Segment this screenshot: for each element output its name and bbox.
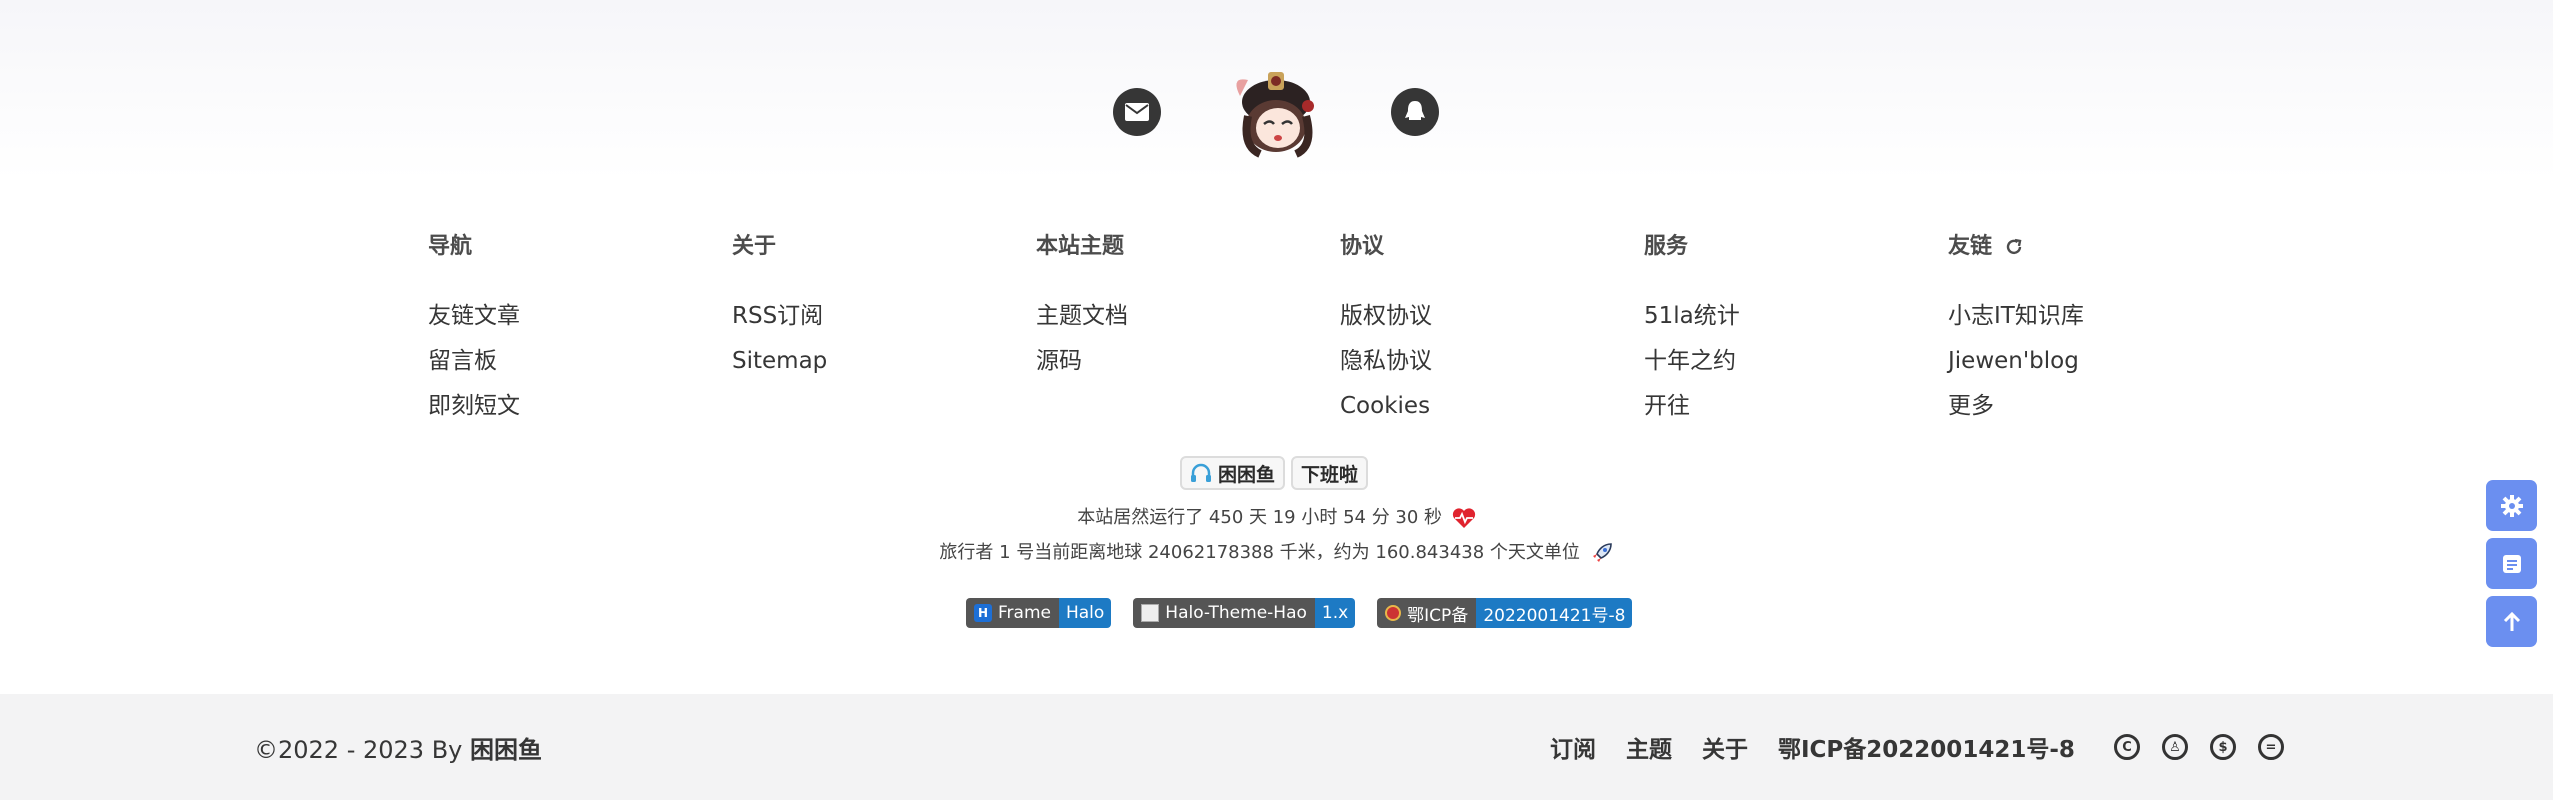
email-button[interactable]	[1113, 88, 1161, 136]
bottom-bar: ©2022 - 2023 By 困困鱼 订阅 主题 关于 鄂ICP备202200…	[0, 694, 2553, 800]
author-name: 困困鱼	[1218, 463, 1276, 486]
link-copyright[interactable]: 版权协议	[1340, 294, 1600, 339]
column-nav: 导航 友链文章 留言板 即刻短文	[428, 230, 688, 429]
copyright: ©2022 - 2023 By 困困鱼	[254, 730, 542, 765]
shield-value: 1.x	[1314, 598, 1356, 628]
shield-label: Halo-Theme-Hao	[1165, 603, 1307, 623]
cc-nc-icon: $	[2210, 734, 2236, 760]
shield-value: Halo	[1058, 598, 1112, 628]
shield-theme[interactable]: Halo-Theme-Hao 1.x	[1133, 598, 1356, 628]
shield-badges: H Frame Halo Halo-Theme-Hao 1.x 鄂ICP备 20…	[966, 598, 1633, 628]
column-title: 本站主题	[1036, 234, 1125, 259]
license-icons[interactable]: C ♙ $ =	[2114, 734, 2284, 760]
gear-icon	[2500, 494, 2523, 517]
cc-by-icon: ♙	[2162, 734, 2188, 760]
link-essay[interactable]: 即刻短文	[428, 384, 688, 429]
link-friend-2[interactable]: Jiewen'blog	[1948, 339, 2208, 384]
link-ten-years[interactable]: 十年之约	[1644, 339, 1904, 384]
shield-label: 鄂ICP备	[1407, 605, 1469, 626]
column-title: 导航	[428, 234, 473, 259]
floating-buttons	[2486, 480, 2537, 654]
column-service: 服务 51la统计 十年之约 开往	[1644, 230, 1904, 429]
author-badge[interactable]: 困困鱼	[1180, 456, 1286, 490]
link-friend-articles[interactable]: 友链文章	[428, 294, 688, 339]
shield-icp[interactable]: 鄂ICP备 2022001421号-8	[1377, 598, 1633, 628]
qq-icon	[1405, 101, 1425, 120]
arrow-up-icon	[2503, 611, 2520, 631]
heartbeat-icon	[1452, 508, 1475, 528]
cc-icon: C	[2114, 734, 2140, 760]
qq-button[interactable]	[1391, 88, 1439, 136]
link-sitemap[interactable]: Sitemap	[732, 339, 992, 384]
link-cookies[interactable]: Cookies	[1340, 384, 1600, 429]
bottom-links: 订阅 主题 关于 鄂ICP备2022001421号-8	[1550, 730, 2075, 764]
runtime-line: 本站居然运行了 450 天 19 小时 54 分 30 秒	[0, 503, 2553, 533]
copyright-text: ©2022 - 2023 By	[254, 736, 463, 764]
mail-icon	[1125, 103, 1149, 121]
voyager-text: 旅行者 1 号当前距离地球 24062178388 千米，约为 160.8434…	[939, 542, 1580, 563]
document-icon	[2502, 554, 2521, 573]
link-more-friends[interactable]: 更多	[1948, 384, 2208, 429]
column-about: 关于 RSS订阅 Sitemap	[732, 230, 992, 384]
column-friends: 友链 小志IT知识库 Jiewen'blog 更多	[1948, 230, 2208, 429]
copyright-author[interactable]: 困困鱼	[470, 736, 542, 764]
headphones-icon	[1191, 463, 1211, 482]
social-bar	[0, 60, 2553, 170]
link-51la[interactable]: 51la统计	[1644, 294, 1904, 339]
column-theme: 本站主题 主题文档 源码	[1036, 230, 1296, 384]
back-to-top-button[interactable]	[2486, 596, 2537, 647]
column-title-text: 友链	[1948, 234, 1993, 259]
column-title: 服务	[1644, 234, 1689, 259]
bottom-link-about[interactable]: 关于	[1702, 730, 1748, 764]
column-title: 友链	[1948, 230, 2208, 264]
shield-label: Frame	[998, 603, 1051, 623]
cc-nd-icon: =	[2258, 734, 2284, 760]
rocket-icon	[1592, 543, 1612, 562]
theme-image-icon	[1141, 604, 1160, 622]
bottom-link-theme[interactable]: 主题	[1626, 730, 1672, 764]
runtime-text: 本站居然运行了 450 天 19 小时 54 分 30 秒	[1077, 507, 1443, 528]
status-badge: 下班啦	[1291, 456, 1369, 490]
avatar[interactable]	[1230, 66, 1322, 162]
police-emblem-icon	[1385, 605, 1402, 621]
link-source[interactable]: 源码	[1036, 339, 1296, 384]
status-badges: 困困鱼 下班啦	[1180, 456, 1369, 490]
toc-button[interactable]	[2486, 538, 2537, 589]
column-title: 关于	[732, 234, 777, 259]
link-theme-docs[interactable]: 主题文档	[1036, 294, 1296, 339]
link-friend-1[interactable]: 小志IT知识库	[1948, 294, 2208, 339]
bottom-link-subscribe[interactable]: 订阅	[1550, 730, 1596, 764]
bottom-link-icp[interactable]: 鄂ICP备2022001421号-8	[1778, 730, 2075, 764]
column-title: 协议	[1340, 234, 1385, 259]
settings-button[interactable]	[2486, 480, 2537, 531]
refresh-icon[interactable]	[2004, 237, 2024, 257]
link-privacy[interactable]: 隐私协议	[1340, 339, 1600, 384]
halo-logo-icon: H	[974, 604, 992, 622]
shield-value: 2022001421号-8	[1476, 598, 1633, 628]
link-rss[interactable]: RSS订阅	[732, 294, 992, 339]
link-travellings[interactable]: 开往	[1644, 384, 1904, 429]
link-guestbook[interactable]: 留言板	[428, 339, 688, 384]
status-text: 下班啦	[1301, 463, 1359, 486]
shield-frame[interactable]: H Frame Halo	[966, 598, 1112, 628]
column-agreement: 协议 版权协议 隐私协议 Cookies	[1340, 230, 1600, 429]
voyager-line: 旅行者 1 号当前距离地球 24062178388 千米，约为 160.8434…	[0, 538, 2553, 568]
